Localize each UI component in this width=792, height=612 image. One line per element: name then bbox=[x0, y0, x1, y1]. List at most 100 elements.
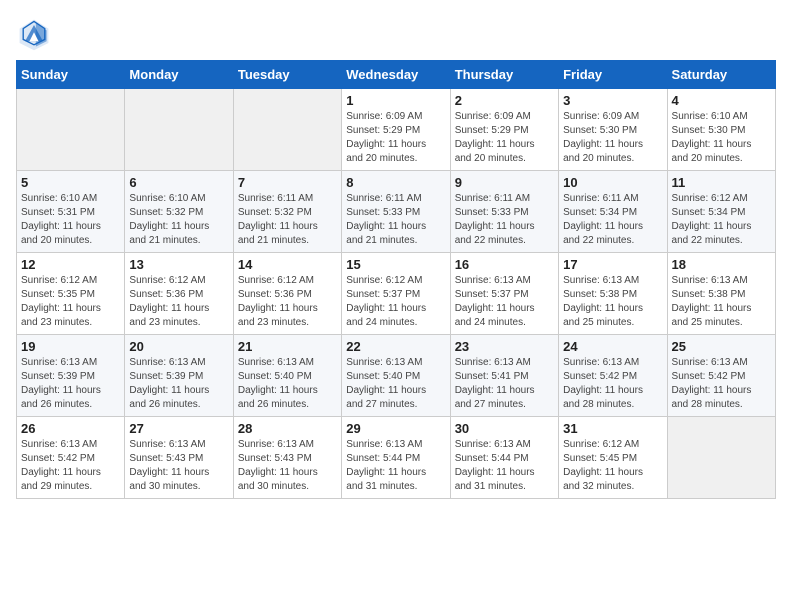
day-detail: Sunrise: 6:13 AM Sunset: 5:43 PM Dayligh… bbox=[129, 438, 228, 494]
day-number: 20 bbox=[129, 339, 228, 354]
day-detail: Sunrise: 6:10 AM Sunset: 5:31 PM Dayligh… bbox=[21, 192, 120, 248]
logo-icon bbox=[16, 16, 52, 52]
calendar-cell: 11Sunrise: 6:12 AM Sunset: 5:34 PM Dayli… bbox=[667, 171, 775, 253]
day-number: 14 bbox=[238, 257, 337, 272]
calendar-cell: 21 Sunrise: 6:13 AM Sunset: 5:40 PM Dayli… bbox=[233, 335, 341, 417]
day-detail: Sunrise: 6:12 AM Sunset: 5:37 PM Dayligh… bbox=[346, 274, 445, 330]
calendar-cell: 24 Sunrise: 6:13 AM Sunset: 5:42 PM Dayli… bbox=[559, 335, 667, 417]
calendar-cell: 1Sunrise: 6:09 AM Sunset: 5:29 PM Daylig… bbox=[342, 89, 450, 171]
calendar-cell: 2 Sunrise: 6:09 AM Sunset: 5:29 PM Daylig… bbox=[450, 89, 558, 171]
day-number: 30 bbox=[455, 421, 554, 436]
calendar-cell: 7Sunrise: 6:11 AM Sunset: 5:32 PM Daylig… bbox=[233, 171, 341, 253]
calendar-cell bbox=[125, 89, 233, 171]
calendar-cell: 18 Sunrise: 6:13 AM Sunset: 5:38 PM Dayli… bbox=[667, 253, 775, 335]
day-detail: Sunrise: 6:13 AM Sunset: 5:41 PM Dayligh… bbox=[455, 356, 554, 412]
calendar-cell: 12Sunrise: 6:12 AM Sunset: 5:35 PM Dayli… bbox=[17, 253, 125, 335]
calendar-cell: 15 Sunrise: 6:12 AM Sunset: 5:37 PM Dayli… bbox=[342, 253, 450, 335]
day-detail: Sunrise: 6:13 AM Sunset: 5:44 PM Dayligh… bbox=[346, 438, 445, 494]
day-detail: Sunrise: 6:13 AM Sunset: 5:39 PM Dayligh… bbox=[129, 356, 228, 412]
page-wrapper: SundayMondayTuesdayWednesdayThursdayFrid… bbox=[16, 16, 776, 499]
day-detail: Sunrise: 6:13 AM Sunset: 5:44 PM Dayligh… bbox=[455, 438, 554, 494]
day-detail: Sunrise: 6:12 AM Sunset: 5:34 PM Dayligh… bbox=[672, 192, 771, 248]
day-detail: Sunrise: 6:13 AM Sunset: 5:42 PM Dayligh… bbox=[563, 356, 662, 412]
day-number: 21 bbox=[238, 339, 337, 354]
day-detail: Sunrise: 6:11 AM Sunset: 5:34 PM Dayligh… bbox=[563, 192, 662, 248]
day-number: 15 bbox=[346, 257, 445, 272]
day-detail: Sunrise: 6:12 AM Sunset: 5:35 PM Dayligh… bbox=[21, 274, 120, 330]
day-detail: Sunrise: 6:13 AM Sunset: 5:40 PM Dayligh… bbox=[346, 356, 445, 412]
day-number: 4 bbox=[672, 93, 771, 108]
calendar-week-row: 12Sunrise: 6:12 AM Sunset: 5:35 PM Dayli… bbox=[17, 253, 776, 335]
calendar-cell: 13Sunrise: 6:12 AM Sunset: 5:36 PM Dayli… bbox=[125, 253, 233, 335]
calendar-week-row: 19 Sunrise: 6:13 AM Sunset: 5:39 PM Dayli… bbox=[17, 335, 776, 417]
calendar-cell: 29 Sunrise: 6:13 AM Sunset: 5:44 PM Dayli… bbox=[342, 417, 450, 499]
day-number: 10 bbox=[563, 175, 662, 190]
day-number: 6 bbox=[129, 175, 228, 190]
day-detail: Sunrise: 6:12 AM Sunset: 5:45 PM Dayligh… bbox=[563, 438, 662, 494]
calendar-table: SundayMondayTuesdayWednesdayThursdayFrid… bbox=[16, 60, 776, 499]
day-detail: Sunrise: 6:13 AM Sunset: 5:43 PM Dayligh… bbox=[238, 438, 337, 494]
calendar-cell: 3 Sunrise: 6:09 AM Sunset: 5:30 PM Daylig… bbox=[559, 89, 667, 171]
calendar-cell: 25 Sunrise: 6:13 AM Sunset: 5:42 PM Dayli… bbox=[667, 335, 775, 417]
day-detail: Sunrise: 6:09 AM Sunset: 5:29 PM Dayligh… bbox=[455, 110, 554, 166]
calendar-cell bbox=[17, 89, 125, 171]
calendar-week-row: 1Sunrise: 6:09 AM Sunset: 5:29 PM Daylig… bbox=[17, 89, 776, 171]
day-number: 23 bbox=[455, 339, 554, 354]
day-number: 2 bbox=[455, 93, 554, 108]
day-detail: Sunrise: 6:11 AM Sunset: 5:33 PM Dayligh… bbox=[455, 192, 554, 248]
calendar-cell: 20 Sunrise: 6:13 AM Sunset: 5:39 PM Dayli… bbox=[125, 335, 233, 417]
day-number: 29 bbox=[346, 421, 445, 436]
calendar-cell: 23 Sunrise: 6:13 AM Sunset: 5:41 PM Dayli… bbox=[450, 335, 558, 417]
day-number: 3 bbox=[563, 93, 662, 108]
calendar-cell: 30 Sunrise: 6:13 AM Sunset: 5:44 PM Dayli… bbox=[450, 417, 558, 499]
calendar-cell: 19 Sunrise: 6:13 AM Sunset: 5:39 PM Dayli… bbox=[17, 335, 125, 417]
day-detail: Sunrise: 6:13 AM Sunset: 5:38 PM Dayligh… bbox=[563, 274, 662, 330]
calendar-cell bbox=[233, 89, 341, 171]
day-number: 8 bbox=[346, 175, 445, 190]
day-number: 28 bbox=[238, 421, 337, 436]
weekday-header: Wednesday bbox=[342, 61, 450, 89]
weekday-header: Sunday bbox=[17, 61, 125, 89]
day-detail: Sunrise: 6:11 AM Sunset: 5:33 PM Dayligh… bbox=[346, 192, 445, 248]
day-number: 27 bbox=[129, 421, 228, 436]
calendar-cell: 28 Sunrise: 6:13 AM Sunset: 5:43 PM Dayli… bbox=[233, 417, 341, 499]
day-number: 19 bbox=[21, 339, 120, 354]
day-detail: Sunrise: 6:13 AM Sunset: 5:42 PM Dayligh… bbox=[672, 356, 771, 412]
weekday-header: Friday bbox=[559, 61, 667, 89]
day-detail: Sunrise: 6:13 AM Sunset: 5:39 PM Dayligh… bbox=[21, 356, 120, 412]
day-detail: Sunrise: 6:09 AM Sunset: 5:30 PM Dayligh… bbox=[563, 110, 662, 166]
day-detail: Sunrise: 6:10 AM Sunset: 5:30 PM Dayligh… bbox=[672, 110, 771, 166]
calendar-cell: 10 Sunrise: 6:11 AM Sunset: 5:34 PM Dayli… bbox=[559, 171, 667, 253]
calendar-week-row: 5Sunrise: 6:10 AM Sunset: 5:31 PM Daylig… bbox=[17, 171, 776, 253]
weekday-header-row: SundayMondayTuesdayWednesdayThursdayFrid… bbox=[17, 61, 776, 89]
day-number: 26 bbox=[21, 421, 120, 436]
calendar-cell: 6 Sunrise: 6:10 AM Sunset: 5:32 PM Daylig… bbox=[125, 171, 233, 253]
calendar-cell bbox=[667, 417, 775, 499]
day-number: 25 bbox=[672, 339, 771, 354]
day-detail: Sunrise: 6:12 AM Sunset: 5:36 PM Dayligh… bbox=[129, 274, 228, 330]
day-number: 9 bbox=[455, 175, 554, 190]
calendar-cell: 27 Sunrise: 6:13 AM Sunset: 5:43 PM Dayli… bbox=[125, 417, 233, 499]
day-number: 18 bbox=[672, 257, 771, 272]
weekday-header: Tuesday bbox=[233, 61, 341, 89]
calendar-cell: 22 Sunrise: 6:13 AM Sunset: 5:40 PM Dayli… bbox=[342, 335, 450, 417]
calendar-cell: 9 Sunrise: 6:11 AM Sunset: 5:33 PM Daylig… bbox=[450, 171, 558, 253]
calendar-cell: 16 Sunrise: 6:13 AM Sunset: 5:37 PM Dayli… bbox=[450, 253, 558, 335]
day-detail: Sunrise: 6:13 AM Sunset: 5:38 PM Dayligh… bbox=[672, 274, 771, 330]
day-detail: Sunrise: 6:09 AM Sunset: 5:29 PM Dayligh… bbox=[346, 110, 445, 166]
calendar-cell: 31Sunrise: 6:12 AM Sunset: 5:45 PM Dayli… bbox=[559, 417, 667, 499]
day-detail: Sunrise: 6:13 AM Sunset: 5:37 PM Dayligh… bbox=[455, 274, 554, 330]
weekday-header: Saturday bbox=[667, 61, 775, 89]
weekday-header: Thursday bbox=[450, 61, 558, 89]
day-detail: Sunrise: 6:13 AM Sunset: 5:40 PM Dayligh… bbox=[238, 356, 337, 412]
day-detail: Sunrise: 6:13 AM Sunset: 5:42 PM Dayligh… bbox=[21, 438, 120, 494]
day-number: 22 bbox=[346, 339, 445, 354]
calendar-cell: 14Sunrise: 6:12 AM Sunset: 5:36 PM Dayli… bbox=[233, 253, 341, 335]
weekday-header: Monday bbox=[125, 61, 233, 89]
day-number: 17 bbox=[563, 257, 662, 272]
calendar-cell: 4 Sunrise: 6:10 AM Sunset: 5:30 PM Daylig… bbox=[667, 89, 775, 171]
day-detail: Sunrise: 6:10 AM Sunset: 5:32 PM Dayligh… bbox=[129, 192, 228, 248]
day-number: 16 bbox=[455, 257, 554, 272]
calendar-cell: 17 Sunrise: 6:13 AM Sunset: 5:38 PM Dayli… bbox=[559, 253, 667, 335]
day-number: 24 bbox=[563, 339, 662, 354]
